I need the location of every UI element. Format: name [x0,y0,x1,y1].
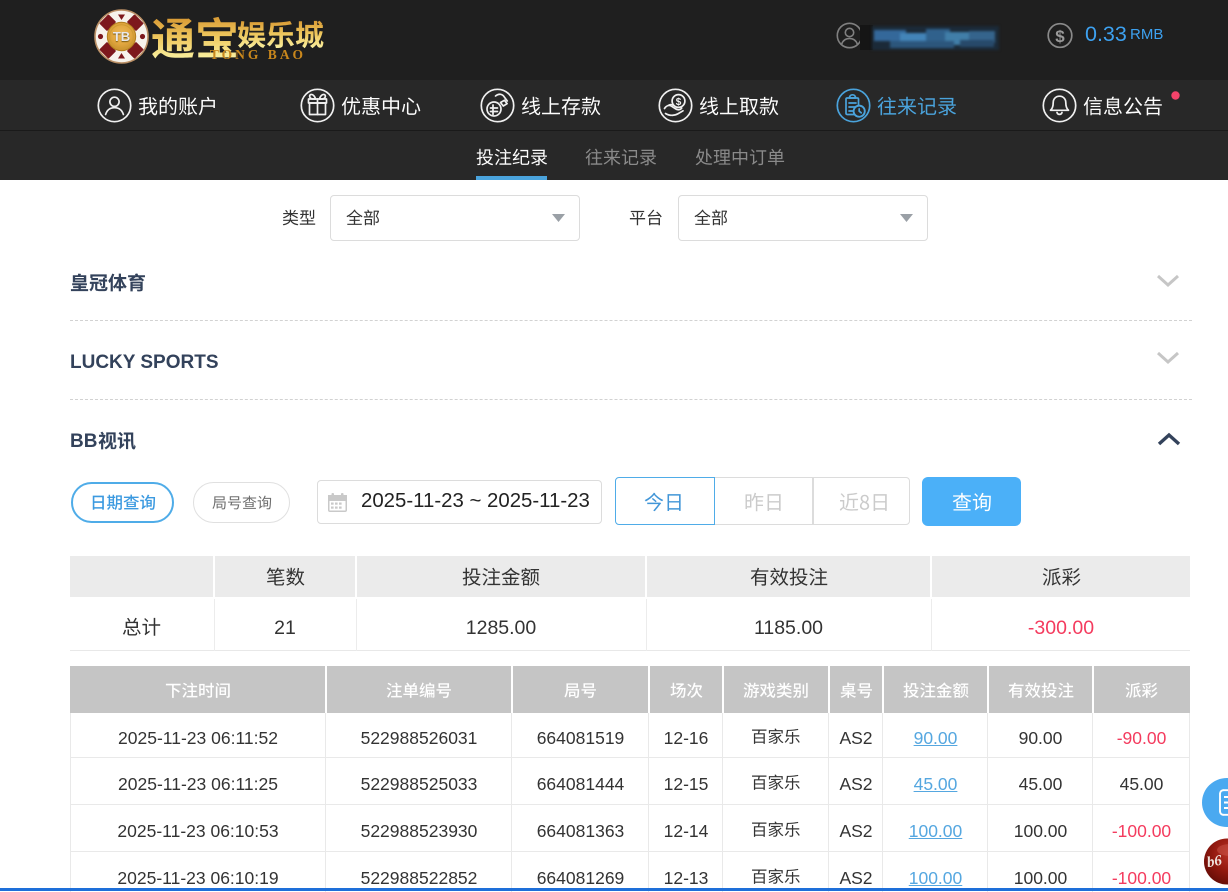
svg-text:$: $ [1055,27,1065,46]
svg-text:$: $ [676,97,682,108]
svg-text:TB: TB [113,29,130,44]
